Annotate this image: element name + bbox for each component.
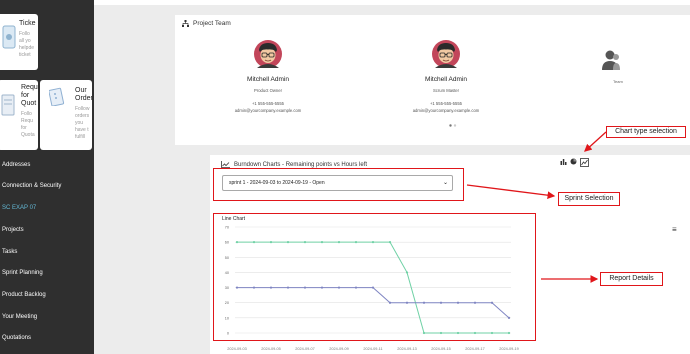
arrow-sprint: [466, 184, 556, 200]
annotation-arrows: [466, 131, 607, 283]
arrow-chart-type: [584, 131, 607, 152]
